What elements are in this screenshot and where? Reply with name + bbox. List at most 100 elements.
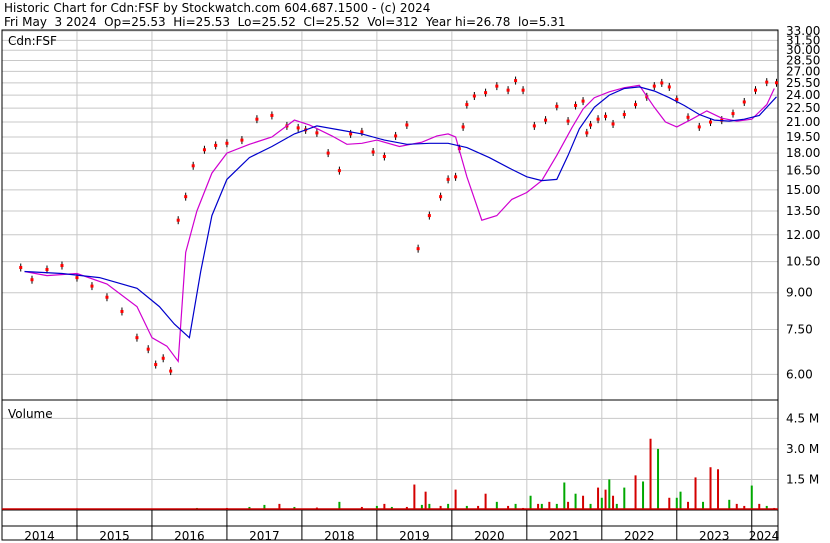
close-price-point bbox=[240, 138, 244, 142]
volume-panel-frame bbox=[1, 399, 779, 511]
time-axis-year-label: 2021 bbox=[549, 529, 580, 543]
close-price-point bbox=[349, 132, 353, 136]
close-price-point bbox=[622, 113, 626, 117]
close-price-point bbox=[296, 126, 300, 130]
close-price-point bbox=[611, 122, 615, 126]
close-price-point bbox=[585, 131, 589, 135]
close-price-point bbox=[30, 278, 34, 282]
close-price-point bbox=[90, 284, 94, 288]
price-tick-label: 22.50 bbox=[786, 101, 820, 115]
price-tick-label: 12.00 bbox=[786, 228, 820, 242]
close-price-point bbox=[596, 117, 600, 121]
close-price-point bbox=[202, 148, 206, 152]
close-price-point bbox=[360, 130, 364, 134]
price-tick-label: 15.00 bbox=[786, 183, 820, 197]
close-price-point bbox=[169, 369, 173, 373]
close-price-point bbox=[506, 88, 510, 92]
long-moving-average-line bbox=[24, 86, 777, 339]
close-price-point bbox=[337, 169, 341, 173]
close-price-point bbox=[146, 347, 150, 351]
close-price-point bbox=[416, 247, 420, 251]
price-tick-label: 9.00 bbox=[786, 286, 813, 300]
close-price-point bbox=[634, 103, 638, 107]
time-axis-year-label: 2020 bbox=[474, 529, 505, 543]
price-tick-label: 13.50 bbox=[786, 204, 820, 218]
close-price-point bbox=[686, 115, 690, 119]
time-axis-year-label: 2018 bbox=[324, 529, 355, 543]
price-axis-ticks: 33.0031.5030.0028.5027.0025.5024.0022.50… bbox=[786, 24, 820, 381]
close-price-point bbox=[484, 91, 488, 95]
close-price-point bbox=[731, 112, 735, 116]
time-axis-year-label: 2023 bbox=[699, 529, 730, 543]
close-price-point bbox=[555, 104, 559, 108]
price-tick-label: 24.00 bbox=[786, 88, 820, 102]
close-price-point bbox=[775, 81, 779, 85]
time-axis-year-label: 2022 bbox=[624, 529, 655, 543]
close-price-point bbox=[45, 267, 49, 271]
price-tick-label: 18.00 bbox=[786, 146, 820, 160]
close-price-point bbox=[574, 103, 578, 107]
time-axis-year-label: 2016 bbox=[174, 529, 205, 543]
close-price-point bbox=[161, 356, 165, 360]
close-price-point bbox=[667, 85, 671, 89]
close-price-point bbox=[19, 266, 23, 270]
volume-tick-label: 1.5 M bbox=[786, 472, 819, 486]
close-price-point bbox=[652, 84, 656, 88]
close-price-point bbox=[461, 125, 465, 129]
close-price-point bbox=[154, 363, 158, 367]
close-price-point bbox=[465, 103, 469, 107]
volume-axis-ticks: 4.5 M 3.0 M 1.5 M bbox=[786, 411, 819, 486]
close-price-point bbox=[427, 214, 431, 218]
close-price-point bbox=[176, 218, 180, 222]
close-price-point bbox=[405, 123, 409, 127]
close-price-point bbox=[581, 99, 585, 103]
close-price-point bbox=[326, 151, 330, 155]
time-axis-year-label: 2015 bbox=[99, 529, 130, 543]
price-tick-label: 16.50 bbox=[786, 164, 820, 178]
close-price-point bbox=[255, 117, 259, 121]
close-price-point bbox=[589, 123, 593, 127]
close-price-point bbox=[225, 141, 229, 145]
price-tick-label: 7.50 bbox=[786, 322, 813, 336]
price-tick-label: 19.50 bbox=[786, 130, 820, 144]
price-panel-label: Cdn:FSF bbox=[8, 34, 57, 48]
close-price-point bbox=[446, 177, 450, 181]
volume-grid bbox=[1, 400, 778, 510]
close-price-point bbox=[660, 81, 664, 85]
short-moving-average-line bbox=[24, 84, 775, 364]
close-price-point bbox=[135, 336, 139, 340]
close-price-point bbox=[709, 120, 713, 124]
time-axis-year-label: 2024 bbox=[749, 529, 780, 543]
close-price-point bbox=[60, 264, 64, 268]
volume-tick-label: 3.0 M bbox=[786, 442, 819, 456]
time-axis-year-label: 2014 bbox=[24, 529, 55, 543]
close-price-point bbox=[754, 88, 758, 92]
close-price-point bbox=[742, 100, 746, 104]
close-price-point bbox=[697, 125, 701, 129]
close-price-point bbox=[105, 295, 109, 299]
close-price-point bbox=[394, 134, 398, 138]
close-price-point bbox=[270, 113, 274, 117]
price-tick-label: 21.00 bbox=[786, 115, 820, 129]
price-tick-label: 10.50 bbox=[786, 255, 820, 269]
close-price-point bbox=[191, 164, 195, 168]
close-price-point bbox=[604, 114, 608, 118]
volume-tick-label: 4.5 M bbox=[786, 411, 819, 425]
close-price-point bbox=[120, 309, 124, 313]
close-price-point bbox=[214, 143, 218, 147]
time-axis-year-label: 2017 bbox=[249, 529, 280, 543]
close-price-point bbox=[514, 79, 518, 83]
close-price-point bbox=[472, 94, 476, 98]
price-tick-label: 6.00 bbox=[786, 367, 813, 381]
close-price-point bbox=[544, 118, 548, 122]
close-price-point bbox=[495, 84, 499, 88]
close-price-point bbox=[532, 124, 536, 128]
close-price-point bbox=[439, 195, 443, 199]
close-price-point bbox=[521, 88, 525, 92]
close-price-point bbox=[184, 195, 188, 199]
close-price-marks bbox=[19, 76, 779, 376]
chart-canvas: Cdn:FSF Volume 33.0031.5030.0028.5027.00… bbox=[1, 24, 820, 543]
volume-panel-label: Volume bbox=[8, 407, 53, 421]
moving-average-lines bbox=[24, 84, 777, 364]
time-axis-year-label: 2019 bbox=[399, 529, 430, 543]
